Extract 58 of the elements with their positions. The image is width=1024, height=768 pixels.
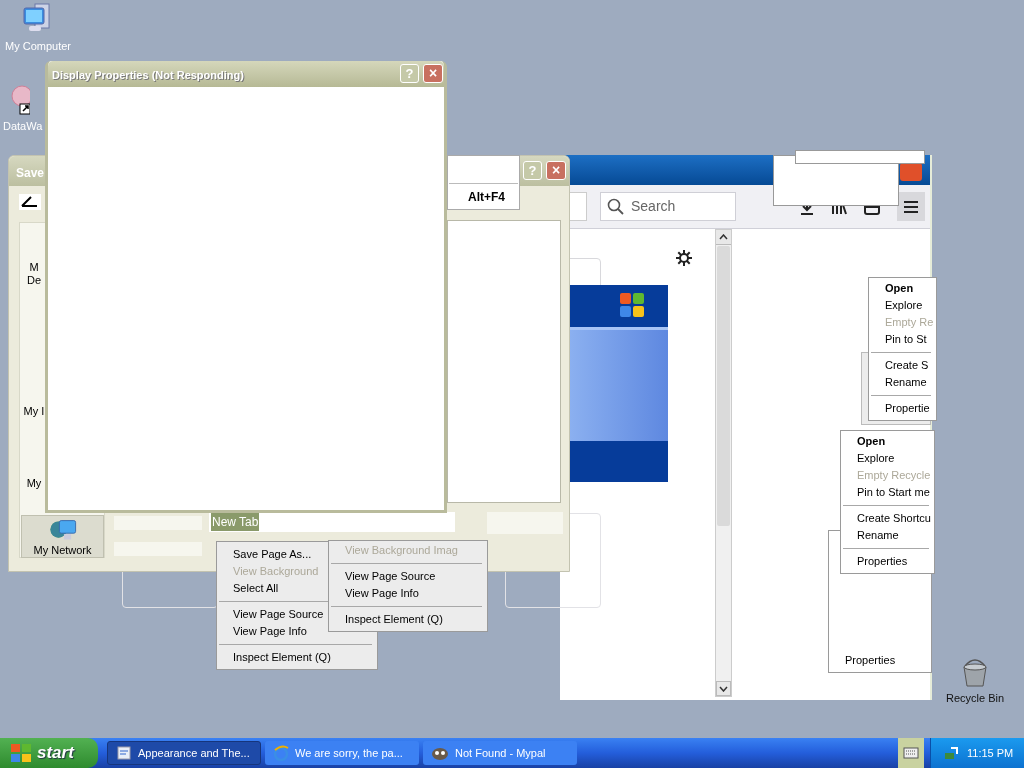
close-button[interactable]: × xyxy=(423,64,443,83)
search-icon xyxy=(607,197,625,216)
menu-item[interactable]: Rename xyxy=(869,374,934,391)
menu-item[interactable]: Propertie xyxy=(869,400,934,417)
menu-item[interactable]: Open xyxy=(841,433,931,450)
places-item[interactable]: My Network xyxy=(21,515,104,558)
keyboard-icon xyxy=(903,747,919,759)
menu-item[interactable]: Explore xyxy=(869,297,934,314)
menu-item[interactable]: Properties xyxy=(841,553,931,570)
windows-flag-icon xyxy=(10,743,32,763)
menu-button[interactable] xyxy=(897,192,925,221)
window-title: Save xyxy=(16,165,45,182)
menu-item[interactable]: Explore xyxy=(841,450,931,467)
scrollbar[interactable] xyxy=(715,229,732,697)
places-item[interactable]: My I xyxy=(21,403,47,433)
animal-icon xyxy=(431,745,449,761)
chevron-up-icon xyxy=(719,234,728,240)
browser-icon xyxy=(273,745,289,761)
menu-item[interactable]: Create Shortcu xyxy=(841,510,931,527)
clock: 11:15 PM xyxy=(967,745,1014,761)
window-title: Display Properties (Not Responding) xyxy=(52,68,244,83)
search-placeholder: Search xyxy=(631,197,676,216)
menu-item[interactable]: Create S xyxy=(869,357,934,374)
search-field[interactable]: Search xyxy=(600,192,736,221)
taskbar-button[interactable]: Appearance and The... xyxy=(107,741,261,765)
menu-icon xyxy=(903,199,919,214)
menu-item[interactable]: Open xyxy=(869,280,934,297)
file-name-value: New Tab xyxy=(211,513,260,531)
chevron-down-icon xyxy=(719,685,728,692)
menu-item[interactable]: Properties xyxy=(829,652,928,669)
places-label: My I xyxy=(23,405,45,418)
close-button[interactable]: × xyxy=(546,161,566,180)
menu-item[interactable]: Rename xyxy=(841,527,931,544)
menu-item[interactable]: View Page Info xyxy=(329,585,484,602)
shortcut-text: Alt+F4 xyxy=(468,189,505,206)
places-item[interactable]: M De xyxy=(21,259,47,289)
settings-icon[interactable] xyxy=(675,249,693,267)
menu-item[interactable]: View Page Source xyxy=(329,568,484,585)
back-icon[interactable] xyxy=(19,194,41,210)
places-label: My Network xyxy=(33,544,92,557)
tray-button[interactable] xyxy=(898,738,924,768)
bin-icon[interactable] xyxy=(960,656,990,688)
scroll-thumb[interactable] xyxy=(717,246,730,526)
scroll-down-button[interactable] xyxy=(716,681,731,696)
desktop-icon-label[interactable]: Recycle Bin xyxy=(945,690,1005,707)
places-label: M xyxy=(29,261,39,274)
tray-icon[interactable] xyxy=(943,745,959,761)
places-item[interactable]: My xyxy=(21,475,47,505)
scroll-up-button[interactable] xyxy=(716,230,731,245)
places-label: De xyxy=(26,274,42,287)
places-label: My xyxy=(26,477,42,490)
document-icon xyxy=(116,745,132,761)
menu-item[interactable]: Pin to St xyxy=(869,331,934,348)
menu-item[interactable]: Inspect Element (Q) xyxy=(217,649,374,666)
taskbar-button[interactable]: Not Found - Mypal xyxy=(423,741,577,765)
taskbar-button[interactable]: We are sorry, the pa... xyxy=(265,741,419,765)
menu-item[interactable]: Inspect Element (Q) xyxy=(329,611,484,628)
menu-item[interactable]: Pin to Start me xyxy=(841,484,931,501)
